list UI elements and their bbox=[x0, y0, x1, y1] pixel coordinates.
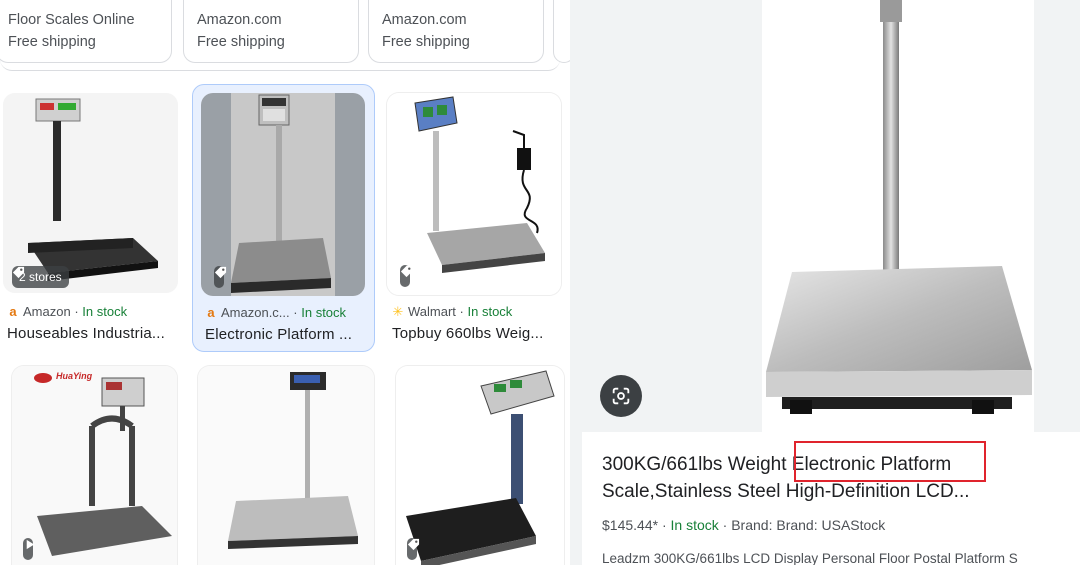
stock-status: In stock bbox=[467, 304, 513, 319]
shopping-card-shipping: Free shipping bbox=[197, 34, 285, 50]
product-image: 2 stores bbox=[3, 93, 178, 293]
platform-scale-image bbox=[198, 366, 374, 565]
shopping-card-seller: Floor Scales Online bbox=[8, 12, 135, 28]
platform-scale-image bbox=[3, 93, 178, 293]
amazon-logo-icon: a bbox=[207, 305, 215, 320]
platform-scale-image bbox=[766, 0, 1032, 414]
shopping-card[interactable]: Amazon.com Free shipping bbox=[183, 0, 359, 63]
results-column: Floor Scales Online Free shipping Amazon… bbox=[0, 0, 570, 565]
result-title[interactable]: Electronic Platform ... bbox=[205, 326, 352, 343]
result-card[interactable] bbox=[396, 364, 564, 565]
product-image bbox=[198, 366, 374, 565]
product-image bbox=[387, 93, 561, 295]
result-card[interactable]: 2 stores a Amazon · In stock Houseables I… bbox=[0, 88, 180, 350]
separator: · bbox=[293, 305, 298, 320]
video-badge bbox=[23, 538, 35, 560]
tag-icon bbox=[400, 265, 413, 278]
result-title[interactable]: Houseables Industria... bbox=[7, 325, 165, 342]
highlight-box bbox=[794, 441, 986, 482]
result-source: a Amazon · In stock bbox=[7, 304, 127, 319]
result-card[interactable] bbox=[198, 364, 374, 565]
shopping-card-seller: Amazon.com bbox=[382, 12, 467, 28]
stock-status: In stock bbox=[301, 305, 347, 320]
preview-image bbox=[582, 0, 1080, 432]
result-card[interactable]: HuaYing bbox=[10, 364, 178, 565]
shopping-card[interactable]: Floor Scales Online Free shipping bbox=[0, 0, 172, 63]
lens-icon bbox=[612, 387, 630, 405]
source-name: Walmart bbox=[408, 304, 456, 319]
separator: · bbox=[661, 517, 667, 533]
panel-divider bbox=[570, 0, 582, 565]
title-text: 300KG/661lbs Weight bbox=[602, 454, 792, 475]
tag-badge bbox=[407, 538, 420, 560]
separator: · bbox=[459, 304, 464, 319]
separator: · bbox=[722, 517, 728, 533]
store-count-label: 2 stores bbox=[19, 270, 62, 284]
platform-scale-image bbox=[12, 366, 177, 565]
lens-button[interactable] bbox=[600, 375, 642, 417]
source-name: Amazon bbox=[23, 304, 71, 319]
tag-badge bbox=[214, 266, 227, 288]
amazon-logo-icon: a bbox=[9, 304, 17, 319]
walmart-logo-icon: ✳ bbox=[392, 304, 404, 319]
result-source: a Amazon.c... · In stock bbox=[205, 305, 346, 320]
platform-scale-image bbox=[396, 366, 564, 565]
tag-icon bbox=[12, 266, 25, 279]
tag-badge bbox=[400, 265, 413, 287]
product-meta: $145.44* · In stock · Brand: Brand: USAS… bbox=[602, 517, 885, 533]
play-icon bbox=[26, 539, 35, 550]
result-card[interactable]: ✳ Walmart · In stock Topbuy 660lbs Weig..… bbox=[385, 88, 565, 350]
stock-status: In stock bbox=[670, 517, 719, 533]
store-count-badge: 2 stores bbox=[12, 266, 69, 288]
product-image bbox=[201, 93, 365, 296]
preview-panel: 300KG/661lbs Weight Electronic Platform … bbox=[582, 0, 1080, 565]
shopping-card-partial[interactable] bbox=[553, 0, 570, 63]
tag-icon bbox=[214, 266, 227, 279]
price: $145.44* bbox=[602, 517, 659, 533]
product-image: HuaYing bbox=[12, 366, 177, 565]
brand-logo-text: HuaYing bbox=[56, 371, 93, 381]
separator: · bbox=[74, 304, 79, 319]
result-card-selected[interactable]: a Amazon.c... · In stock Electronic Platf… bbox=[192, 84, 375, 352]
shopping-card-seller: Amazon.com bbox=[197, 12, 282, 28]
brand: Brand: Brand: USAStock bbox=[731, 517, 886, 533]
product-photo bbox=[762, 0, 1034, 432]
title-text-rest: Scale,Stainless Steel High-Definition LC… bbox=[602, 481, 970, 502]
result-source: ✳ Walmart · In stock bbox=[392, 304, 513, 320]
product-description: Leadzm 300KG/661lbs LCD Display Personal… bbox=[602, 551, 1018, 565]
shopping-card[interactable]: Amazon.com Free shipping bbox=[368, 0, 544, 63]
stock-status: In stock bbox=[82, 304, 128, 319]
tag-icon bbox=[407, 538, 420, 551]
product-image bbox=[396, 366, 564, 565]
shopping-card-shipping: Free shipping bbox=[8, 34, 96, 50]
platform-scale-image bbox=[387, 93, 561, 295]
result-title[interactable]: Topbuy 660lbs Weig... bbox=[392, 325, 544, 342]
shopping-card-shipping: Free shipping bbox=[382, 34, 470, 50]
source-name: Amazon.c... bbox=[221, 305, 290, 320]
